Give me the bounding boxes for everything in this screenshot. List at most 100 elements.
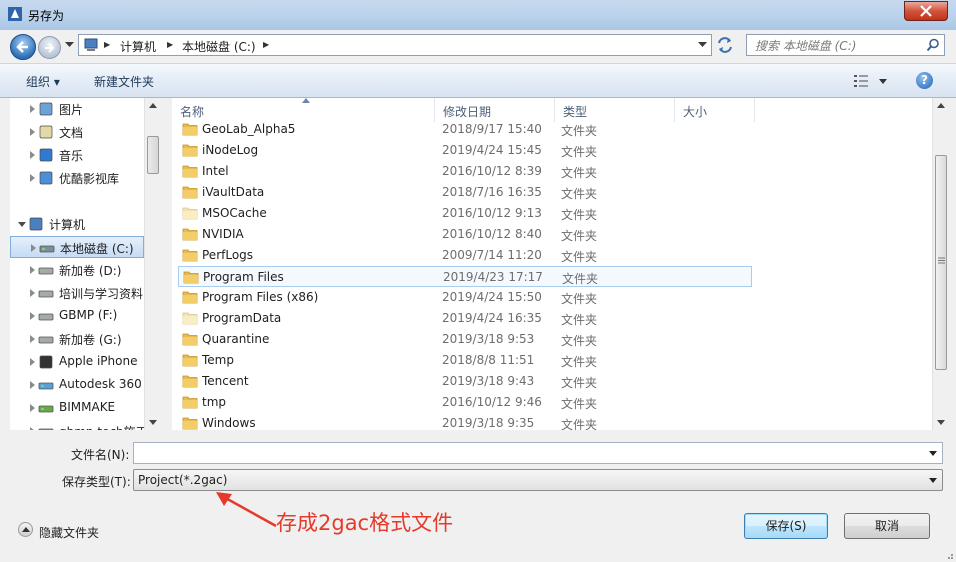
- sidebar-item[interactable]: GBMP (F:): [10, 305, 144, 327]
- views-dropdown[interactable]: [879, 79, 887, 84]
- refresh-button[interactable]: [714, 35, 738, 57]
- column-header-modified-label: 修改日期: [443, 105, 492, 119]
- back-button[interactable]: [10, 34, 36, 60]
- file-row[interactable]: iNodeLog 2019/4/24 15:45 文件夹: [178, 140, 751, 161]
- sidebar-item[interactable]: Apple iPhone: [10, 351, 144, 373]
- save-button[interactable]: 保存(S): [744, 513, 828, 539]
- resize-gripper-icon[interactable]: [944, 550, 954, 560]
- navigation-pane[interactable]: 图片文档 音乐 优酷影视库计算机 本地磁盘 (C:) 新加卷 (D:) 培训与学习资料 GB…: [10, 98, 161, 430]
- search-box[interactable]: [746, 34, 945, 56]
- sidebar-item[interactable]: 文档: [10, 121, 144, 143]
- file-name: Intel: [202, 164, 229, 178]
- sidebar-item[interactable]: 优酷影视库: [10, 167, 144, 189]
- close-button[interactable]: [904, 1, 948, 21]
- navigation-pane-scrollbar[interactable]: [144, 98, 161, 430]
- file-row[interactable]: Windows 2019/3/18 9:35 文件夹: [178, 413, 751, 430]
- recent-locations-dropdown[interactable]: [65, 42, 74, 48]
- file-row[interactable]: ProgramData 2019/4/24 16:35 文件夹: [178, 308, 751, 329]
- sidebar-item[interactable]: gbmp.tech施工: [10, 420, 148, 430]
- sidebar-item[interactable]: 本地磁盘 (C:): [10, 236, 144, 258]
- sidebar-item[interactable]: Autodesk 360: [10, 374, 144, 396]
- forward-button[interactable]: [38, 36, 61, 59]
- file-row[interactable]: Intel 2016/10/12 8:39 文件夹: [178, 161, 751, 182]
- file-row[interactable]: iVaultData 2018/7/16 16:35 文件夹: [178, 182, 751, 203]
- search-input[interactable]: [753, 37, 917, 55]
- file-list[interactable]: 名称 修改日期 类型 大小 GeoLab_Alpha5 2018/9/17 15:…: [172, 98, 932, 430]
- breadcrumb-separator[interactable]: ▶: [104, 40, 110, 49]
- new-folder-button[interactable]: 新建文件夹: [94, 73, 154, 90]
- file-list-scrollbar[interactable]: [932, 98, 949, 430]
- filename-history-dropdown[interactable]: [929, 451, 937, 456]
- file-row[interactable]: Quarantine 2019/3/18 9:53 文件夹: [178, 329, 751, 350]
- file-row[interactable]: Program Files 2019/4/23 17:17 文件夹: [178, 266, 752, 287]
- arrow-right-icon: [45, 43, 55, 53]
- file-row[interactable]: Program Files (x86) 2019/4/24 15:50 文件夹: [178, 287, 751, 308]
- title-bar[interactable]: 另存为: [0, 0, 956, 30]
- views-icon[interactable]: [853, 74, 869, 88]
- file-modified: 2019/4/24 15:45: [442, 143, 542, 157]
- expand-icon[interactable]: [31, 244, 36, 252]
- scroll-up-arrow-icon[interactable]: [149, 103, 157, 108]
- sidebar-item[interactable]: 音乐: [10, 144, 144, 166]
- drive-icon: [38, 290, 54, 298]
- expand-icon[interactable]: [30, 404, 35, 412]
- file-row[interactable]: tmp 2016/10/12 9:46 文件夹: [178, 392, 751, 413]
- scrollbar-thumb[interactable]: [147, 136, 159, 174]
- expand-icon[interactable]: [30, 289, 35, 297]
- folder-icon: [182, 396, 198, 409]
- file-row[interactable]: MSOCache 2016/10/12 9:13 文件夹: [178, 203, 751, 224]
- sidebar-item[interactable]: BIMMAKE: [10, 397, 144, 419]
- expand-icon[interactable]: [30, 105, 35, 113]
- expand-icon[interactable]: [30, 312, 35, 320]
- navigation-row: ▶ 计算机 ▶ 本地磁盘 (C:) ▶: [0, 30, 956, 62]
- file-row[interactable]: Tencent 2019/3/18 9:43 文件夹: [178, 371, 751, 392]
- scroll-down-arrow-icon[interactable]: [149, 420, 157, 425]
- file-type: 文件夹: [561, 292, 598, 306]
- file-type: 文件夹: [561, 397, 598, 411]
- file-modified: 2016/10/12 9:46: [442, 395, 542, 409]
- sidebar-item[interactable]: 新加卷 (D:): [10, 259, 144, 281]
- filetype-select[interactable]: Project(*.2gac): [133, 469, 943, 491]
- cloud-drive-icon: [38, 382, 54, 390]
- expand-icon[interactable]: [30, 427, 35, 430]
- expand-icon[interactable]: [30, 358, 35, 366]
- scroll-up-arrow-icon[interactable]: [937, 103, 945, 108]
- address-bar[interactable]: ▶ 计算机 ▶ 本地磁盘 (C:) ▶: [78, 34, 712, 56]
- sidebar-item[interactable]: 图片: [10, 98, 144, 120]
- expand-icon[interactable]: [30, 266, 35, 274]
- column-header-name-label: 名称: [180, 105, 205, 119]
- sidebar-item[interactable]: 新加卷 (G:): [10, 328, 144, 350]
- breadcrumb-separator[interactable]: ▶: [263, 40, 269, 49]
- organize-menu-button[interactable]: 组织 ▾: [26, 73, 60, 90]
- file-row[interactable]: NVIDIA 2016/10/12 8:40 文件夹: [178, 224, 751, 245]
- filename-field[interactable]: [133, 442, 943, 464]
- chevron-down-icon[interactable]: [929, 478, 937, 483]
- expand-icon[interactable]: [30, 335, 35, 343]
- file-row[interactable]: Temp 2018/8/8 11:51 文件夹: [178, 350, 751, 371]
- breadcrumb-local-disk[interactable]: 本地磁盘 (C:): [182, 38, 256, 55]
- computer-icon: [29, 217, 43, 231]
- sidebar-item[interactable]: 培训与学习资料: [10, 282, 144, 304]
- file-name: PerfLogs: [202, 248, 254, 262]
- iphone-icon: [39, 355, 53, 369]
- scroll-down-arrow-icon[interactable]: [937, 420, 945, 425]
- expand-icon[interactable]: [30, 174, 35, 182]
- file-name: Quarantine: [202, 332, 270, 346]
- cancel-button[interactable]: 取消: [844, 513, 930, 539]
- help-icon[interactable]: ?: [916, 72, 933, 89]
- expand-open-icon[interactable]: [18, 222, 26, 227]
- sidebar-item[interactable]: 计算机: [10, 213, 144, 235]
- breadcrumb-separator[interactable]: ▶: [167, 40, 173, 49]
- file-row[interactable]: PerfLogs 2009/7/14 11:20 文件夹: [178, 245, 751, 266]
- documents-icon: [39, 125, 53, 139]
- breadcrumb-computer[interactable]: 计算机: [120, 38, 156, 55]
- expand-icon[interactable]: [30, 381, 35, 389]
- file-row[interactable]: GeoLab_Alpha5 2018/9/17 15:40 文件夹: [178, 119, 751, 140]
- expand-icon[interactable]: [30, 151, 35, 159]
- file-modified: 2016/10/12 9:13: [442, 206, 542, 220]
- scrollbar-thumb[interactable]: [935, 155, 947, 370]
- expand-icon[interactable]: [30, 128, 35, 136]
- sidebar-item-label: 图片: [59, 103, 84, 117]
- search-icon[interactable]: [926, 38, 940, 52]
- address-history-dropdown[interactable]: [698, 42, 707, 48]
